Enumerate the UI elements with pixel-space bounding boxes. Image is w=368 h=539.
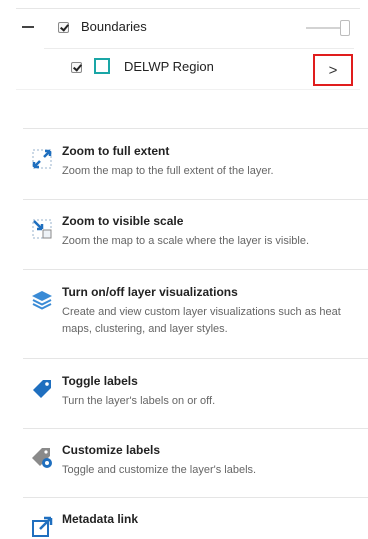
- opacity-slider[interactable]: [306, 20, 350, 36]
- layer-list-panel: Boundaries DELWP Region >: [16, 0, 360, 90]
- menu-item-layer-visualizations[interactable]: Turn on/off layer visualizations Create …: [23, 285, 368, 338]
- layer-item-label: DELWP Region: [124, 59, 214, 74]
- menu-item-description: Create and view custom layer visualizati…: [62, 306, 341, 335]
- menu-item-description: Toggle and customize the layer's labels.: [62, 464, 257, 476]
- menu-item-title: Toggle labels: [62, 374, 138, 388]
- legend-swatch-icon: [94, 58, 110, 74]
- menu-divider: [23, 428, 368, 429]
- divider: [44, 48, 354, 49]
- zoom-full-extent-icon: [32, 149, 52, 169]
- menu-item-zoom-full-extent[interactable]: Zoom to full extent Zoom the map to the …: [23, 144, 368, 180]
- layer-group-boundaries[interactable]: Boundaries: [16, 14, 360, 42]
- menu-divider: [23, 358, 368, 359]
- menu-item-customize-labels[interactable]: Customize labels Toggle and customize th…: [23, 443, 368, 479]
- menu-item-title: Zoom to visible scale: [62, 214, 184, 228]
- layer-item-delwp-region[interactable]: DELWP Region >: [16, 54, 360, 86]
- boundaries-checkbox[interactable]: [58, 22, 69, 33]
- menu-divider: [23, 199, 368, 200]
- slider-thumb[interactable]: [340, 20, 350, 36]
- menu-item-title: Metadata link: [62, 512, 139, 526]
- menu-item-title: Customize labels: [62, 443, 161, 457]
- menu-divider: [23, 128, 368, 129]
- menu-item-title: Zoom to full extent: [62, 144, 170, 158]
- menu-item-zoom-visible-scale[interactable]: Zoom to visible scale Zoom the map to a …: [23, 214, 368, 250]
- tag-gear-icon: [32, 448, 52, 468]
- menu-item-description: Zoom the map to a scale where the layer …: [62, 235, 310, 247]
- checkmark-icon: [60, 22, 69, 32]
- menu-item-description: Zoom the map to the full extent of the l…: [62, 165, 274, 177]
- menu-divider: [23, 497, 368, 498]
- menu-item-metadata-link[interactable]: Metadata link: [23, 512, 368, 537]
- layer-options-button[interactable]: >: [313, 54, 353, 86]
- divider: [16, 8, 360, 9]
- checkmark-icon: [73, 62, 82, 72]
- menu-item-toggle-labels[interactable]: Toggle labels Turn the layer's labels on…: [23, 374, 368, 410]
- collapse-icon[interactable]: [22, 26, 34, 28]
- slider-track: [306, 27, 342, 29]
- menu-divider: [23, 269, 368, 270]
- tag-icon: [33, 380, 51, 398]
- layer-group-label: Boundaries: [81, 19, 147, 34]
- chevron-right-icon: >: [328, 61, 338, 79]
- menu-item-title: Turn on/off layer visualizations: [62, 285, 238, 299]
- menu-item-description: Turn the layer's labels on or off.: [62, 395, 216, 407]
- zoom-visible-scale-icon: [32, 219, 52, 239]
- external-link-icon: [32, 516, 53, 537]
- delwp-region-checkbox[interactable]: [71, 62, 82, 73]
- divider: [16, 89, 360, 90]
- layers-stack-icon: [32, 291, 52, 310]
